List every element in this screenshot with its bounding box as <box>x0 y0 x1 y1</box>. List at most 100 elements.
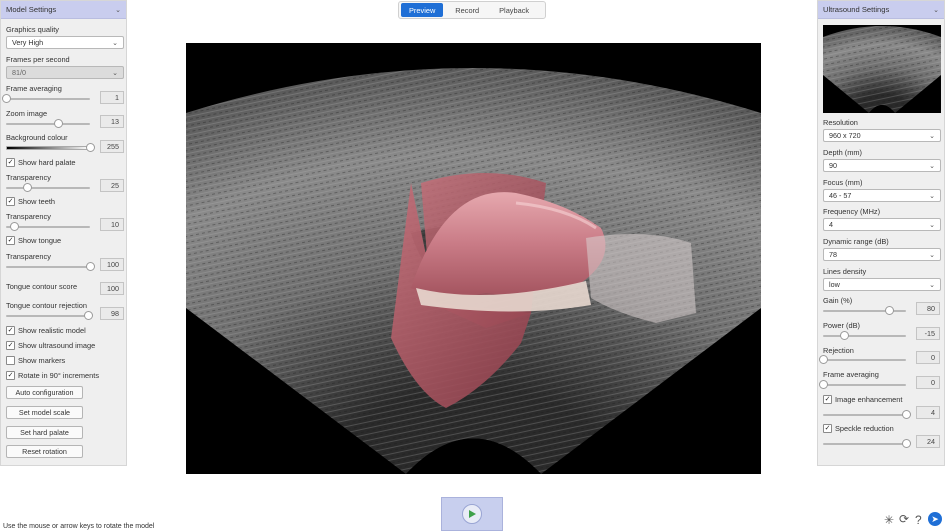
image-enhancement-slider[interactable] <box>823 409 911 421</box>
tongue-contour-rejection-slider[interactable] <box>6 310 94 322</box>
tab-playback[interactable]: Playback <box>491 3 537 17</box>
checkbox-label: Rotate in 90° increments <box>18 371 100 380</box>
image-enhancement-checkbox[interactable]: ✓ Image enhancement <box>823 395 902 404</box>
refresh-icon[interactable]: ⟳ <box>899 512 909 526</box>
frequency-select[interactable]: 4 ⌄ <box>823 218 941 231</box>
image-enhancement-value[interactable]: 4 <box>916 406 940 419</box>
checkbox-box[interactable]: ✓ <box>6 326 15 335</box>
play-icon <box>462 504 482 524</box>
lines-density-select[interactable]: low ⌄ <box>823 278 941 291</box>
model-settings-header[interactable]: Model Settings ⌄ <box>1 1 126 19</box>
slider-thumb[interactable] <box>819 355 828 364</box>
teeth-transparency-slider[interactable] <box>6 221 90 233</box>
show-markers-checkbox[interactable]: Show markers <box>6 356 65 365</box>
checkbox-box[interactable]: ✓ <box>6 158 15 167</box>
zoom-image-slider[interactable] <box>6 118 90 130</box>
frequency-label: Frequency (MHz) <box>823 207 881 216</box>
transparency-label: Transparency <box>6 173 51 182</box>
tab-record[interactable]: Record <box>447 3 487 17</box>
set-hard-palate-button[interactable]: Set hard palate <box>6 426 83 439</box>
slider-thumb[interactable] <box>23 183 32 192</box>
background-colour-slider[interactable] <box>6 142 95 154</box>
checkbox-box[interactable]: ✓ <box>6 371 15 380</box>
resolution-value: 960 x 720 <box>829 131 861 140</box>
status-hint: Use the mouse or arrow keys to rotate th… <box>3 523 155 530</box>
tongue-transparency-value[interactable]: 100 <box>100 258 124 271</box>
show-realistic-model-checkbox[interactable]: ✓ Show realistic model <box>6 326 86 335</box>
teeth-transparency-value[interactable]: 10 <box>100 218 124 231</box>
slider-thumb[interactable] <box>819 380 828 389</box>
show-ultrasound-image-checkbox[interactable]: ✓ Show ultrasound image <box>6 341 95 350</box>
dynamic-range-label: Dynamic range (dB) <box>823 237 889 246</box>
gain-value[interactable]: 80 <box>916 302 940 315</box>
speckle-reduction-slider[interactable] <box>823 438 911 450</box>
hard-palate-transparency-value[interactable]: 25 <box>100 179 124 192</box>
rejection-value[interactable]: 0 <box>916 351 940 364</box>
tongue-contour-rejection-value[interactable]: 98 <box>100 307 124 320</box>
ultrasound-settings-header[interactable]: Ultrasound Settings ⌄ <box>818 1 944 19</box>
frame-averaging-value[interactable]: 1 <box>100 91 124 104</box>
slider-thumb[interactable] <box>86 262 95 271</box>
set-model-scale-button[interactable]: Set model scale <box>6 406 83 419</box>
rotate-90-checkbox[interactable]: ✓ Rotate in 90° increments <box>6 371 99 380</box>
show-hard-palate-checkbox[interactable]: ✓ Show hard palate <box>6 158 76 167</box>
pin-icon[interactable]: ➤ <box>928 512 942 526</box>
checkbox-box[interactable] <box>6 356 15 365</box>
tongue-contour-score-label: Tongue contour score <box>6 282 78 291</box>
frequency-value: 4 <box>829 220 833 229</box>
resolution-select[interactable]: 960 x 720 ⌄ <box>823 129 941 142</box>
settings-icon[interactable]: ✳ <box>884 513 894 527</box>
us-frame-averaging-slider[interactable] <box>819 379 906 391</box>
slider-thumb[interactable] <box>839 331 849 340</box>
dynamic-range-select[interactable]: 78 ⌄ <box>823 248 941 261</box>
ultrasound-3d-viewport[interactable] <box>186 43 761 474</box>
lines-density-label: Lines density <box>823 267 867 276</box>
play-button[interactable] <box>441 497 503 531</box>
checkbox-box[interactable]: ✓ <box>6 236 15 245</box>
power-slider[interactable] <box>823 330 906 342</box>
focus-select[interactable]: 46 - 57 ⌄ <box>823 189 941 202</box>
power-value[interactable]: -15 <box>916 327 940 340</box>
show-tongue-checkbox[interactable]: ✓ Show tongue <box>6 236 61 245</box>
checkbox-label: Show tongue <box>18 236 62 245</box>
reset-rotation-button[interactable]: Reset rotation <box>6 445 83 458</box>
checkbox-label: Speckle reduction <box>835 424 894 433</box>
rejection-slider[interactable] <box>819 354 906 366</box>
show-teeth-checkbox[interactable]: ✓ Show teeth <box>6 197 55 206</box>
us-frame-averaging-label: Frame averaging <box>823 370 879 379</box>
speckle-reduction-value[interactable]: 24 <box>916 435 940 448</box>
checkbox-box[interactable]: ✓ <box>6 197 15 206</box>
zoom-image-value[interactable]: 13 <box>100 115 124 128</box>
slider-thumb[interactable] <box>902 439 911 448</box>
us-frame-averaging-value[interactable]: 0 <box>916 376 940 389</box>
slider-thumb[interactable] <box>54 119 64 128</box>
graphics-quality-select[interactable]: Very High ⌄ <box>6 36 124 49</box>
chevron-down-icon: ⌄ <box>112 39 118 47</box>
background-colour-label: Background colour <box>6 133 68 142</box>
checkbox-box[interactable]: ✓ <box>823 424 832 433</box>
hard-palate-transparency-slider[interactable] <box>6 182 90 194</box>
background-colour-value[interactable]: 255 <box>100 140 124 153</box>
graphics-quality-value: Very High <box>12 38 44 47</box>
tongue-transparency-slider[interactable] <box>6 261 95 273</box>
help-icon[interactable]: ? <box>915 513 922 527</box>
frame-averaging-slider[interactable] <box>2 93 90 105</box>
graphics-quality-label: Graphics quality <box>6 25 59 34</box>
slider-thumb[interactable] <box>885 306 895 315</box>
gain-slider[interactable] <box>823 305 906 317</box>
slider-thumb[interactable] <box>86 143 95 152</box>
tab-preview[interactable]: Preview <box>401 3 444 17</box>
checkbox-box[interactable]: ✓ <box>6 341 15 350</box>
slider-thumb[interactable] <box>2 94 11 103</box>
auto-configuration-button[interactable]: Auto configuration <box>6 386 83 399</box>
checkbox-label: Show teeth <box>18 197 55 206</box>
checkbox-box[interactable]: ✓ <box>823 395 832 404</box>
slider-thumb[interactable] <box>902 410 911 419</box>
slider-thumb[interactable] <box>84 311 94 320</box>
checkbox-label: Show realistic model <box>18 326 86 335</box>
transparency-label: Transparency <box>6 212 51 221</box>
depth-select[interactable]: 90 ⌄ <box>823 159 941 172</box>
slider-thumb[interactable] <box>10 222 20 231</box>
speckle-reduction-checkbox[interactable]: ✓ Speckle reduction <box>823 424 894 433</box>
lines-density-value: low <box>829 280 840 289</box>
